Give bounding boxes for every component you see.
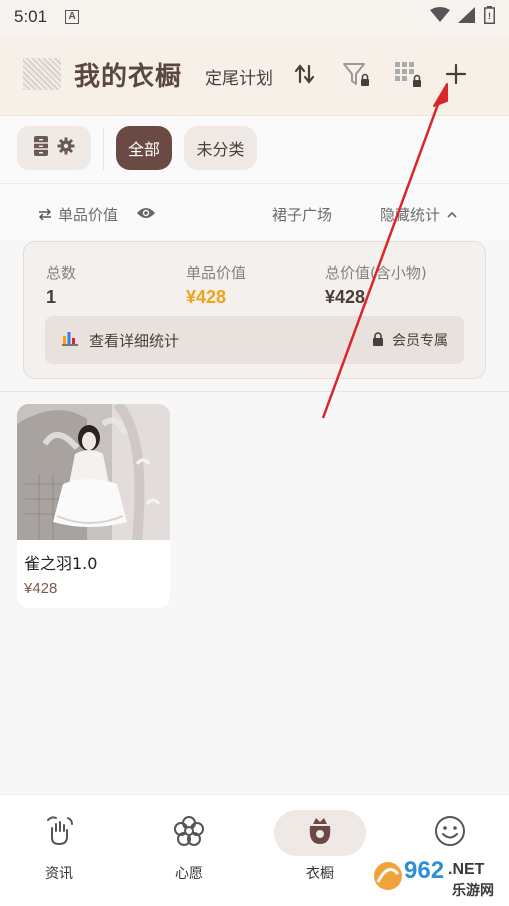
bar-chart-icon xyxy=(61,329,79,351)
stat-value: ¥428 xyxy=(325,287,366,307)
signal-icon xyxy=(458,7,476,27)
gear-icon xyxy=(57,137,75,159)
stat-total-value: 总价值(含小物) ¥428 xyxy=(325,262,427,308)
watermark-number: 962 xyxy=(404,857,444,884)
item-photo xyxy=(17,404,170,540)
news-hand-icon xyxy=(9,811,109,851)
stat-label: 单品价值 xyxy=(186,264,247,282)
lock-icon xyxy=(372,331,384,350)
watermark-cn: 乐游网 xyxy=(452,882,494,899)
nav-label: 衣橱 xyxy=(306,866,334,882)
stat-total-count: 总数 1 xyxy=(46,262,76,308)
stat-label: 总价值(含小物) xyxy=(325,264,427,282)
wardrobe-item-card[interactable]: 雀之羽1.0 ¥428 xyxy=(17,404,170,608)
filter-chip-all[interactable]: 全部 xyxy=(116,126,172,170)
status-time: 5:01 xyxy=(14,7,48,26)
svg-text:!: ! xyxy=(488,11,491,21)
drawer-icon xyxy=(33,135,49,161)
watermark-tld: .NET xyxy=(448,861,485,878)
hide-stats-label: 隐藏统计 xyxy=(380,206,441,224)
member-only-tag: 会员专属 xyxy=(372,330,448,350)
add-icon[interactable] xyxy=(440,58,472,90)
category-settings-button[interactable] xyxy=(17,126,91,170)
swap-icon xyxy=(38,206,52,224)
section-divider xyxy=(0,391,509,392)
chevron-up-icon xyxy=(446,206,458,224)
detail-stats-label: 查看详细统计 xyxy=(89,331,180,350)
stat-label: 总数 xyxy=(46,264,77,282)
site-watermark: 962 .NET 乐游网 xyxy=(368,852,502,900)
wifi-icon xyxy=(430,7,450,27)
notification-a-icon: A xyxy=(65,10,80,24)
wardrobe-bag-icon xyxy=(270,811,370,851)
nav-label: 心愿 xyxy=(175,866,203,882)
stat-unit-price: 单品价值 ¥428 xyxy=(186,262,246,308)
filter-chip-uncategorized[interactable]: 未分类 xyxy=(184,126,257,170)
stats-toolbar: 单品价值 裙子广场 隐藏统计 xyxy=(0,184,509,240)
skirt-square-link[interactable]: 裙子广场 xyxy=(272,204,332,225)
item-price: ¥428 xyxy=(24,580,58,597)
nav-label: 资讯 xyxy=(45,866,73,882)
status-right-icons: ! xyxy=(430,6,495,28)
unit-price-label: 单品价值 xyxy=(58,206,119,224)
nav-item-wishlist[interactable]: 心愿 xyxy=(139,811,239,883)
nav-item-news[interactable]: 资讯 xyxy=(9,811,109,883)
filter-divider xyxy=(103,128,104,170)
eye-icon[interactable] xyxy=(136,206,156,224)
page-title: 我的衣橱 xyxy=(74,62,183,92)
grid-locked-icon[interactable] xyxy=(392,58,424,90)
smile-icon xyxy=(400,811,500,851)
battery-icon: ! xyxy=(484,6,495,28)
nav-item-wardrobe[interactable]: 衣橱 xyxy=(270,811,370,883)
unit-price-toggle[interactable]: 单品价值 xyxy=(38,204,156,225)
hide-stats-toggle[interactable]: 隐藏统计 xyxy=(380,204,458,225)
filter-locked-icon[interactable] xyxy=(340,58,372,90)
status-bar: 5:01 A ! xyxy=(0,0,509,34)
stat-value: 1 xyxy=(46,287,57,307)
plan-link[interactable]: 定尾计划 xyxy=(205,64,273,89)
flower-icon xyxy=(139,811,239,851)
summary-card: 总数 1 单品价值 ¥428 总价值(含小物) ¥428 查看详细统计 会员专属 xyxy=(23,241,486,379)
filter-bar: 全部 未分类 xyxy=(0,116,509,184)
sort-icon[interactable] xyxy=(289,58,321,90)
item-name: 雀之羽1.0 xyxy=(24,554,98,573)
brand-logo xyxy=(23,58,61,90)
member-only-label: 会员专属 xyxy=(392,333,448,349)
detail-stats-button[interactable]: 查看详细统计 会员专属 xyxy=(45,316,464,364)
stat-value: ¥428 xyxy=(186,287,227,307)
app-header: 我的衣橱 定尾计划 xyxy=(0,34,509,116)
